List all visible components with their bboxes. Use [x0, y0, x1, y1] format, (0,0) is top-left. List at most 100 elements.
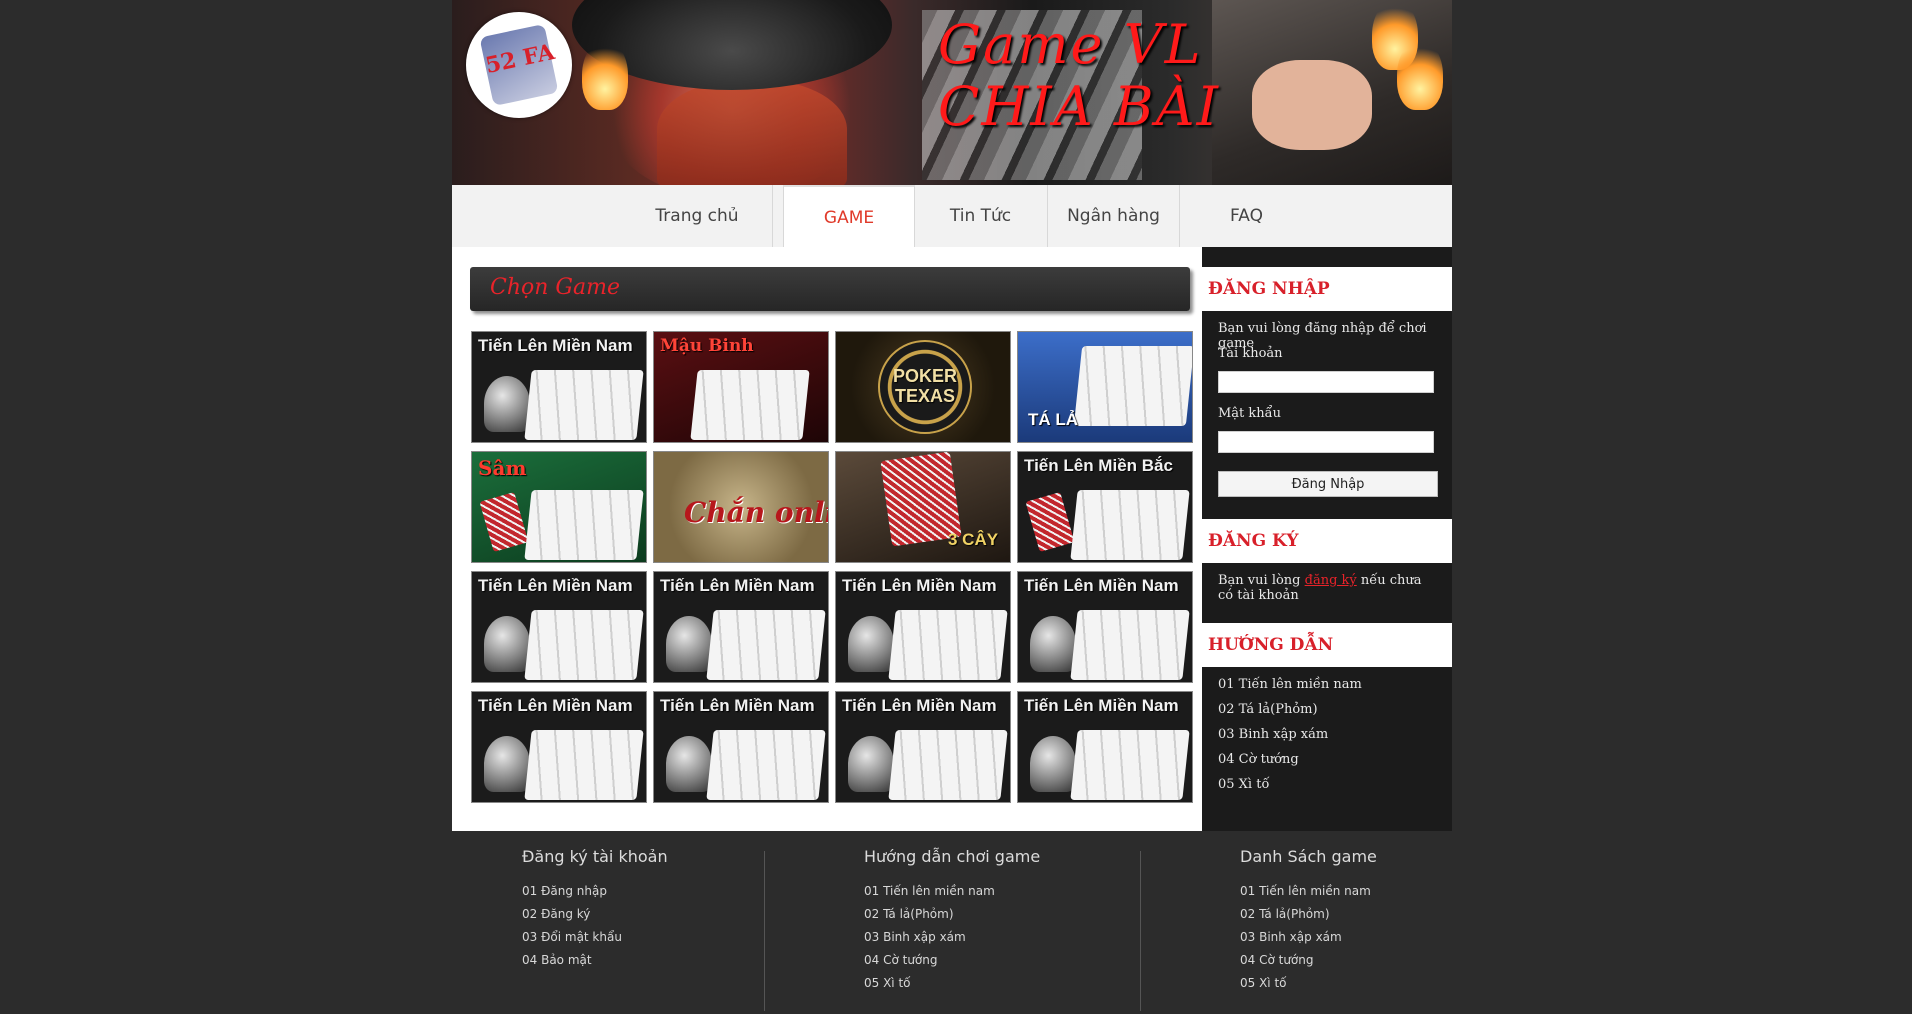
game-tile-tien-len-mien-nam[interactable]: Tiến Lên Miền Nam: [1017, 571, 1193, 683]
footer-link[interactable]: 04 Cờ tướng: [1240, 949, 1377, 972]
card-icon: [1025, 492, 1075, 552]
game-tile-label: TÁ LẢ: [1028, 410, 1079, 429]
game-tile-label: POKER TEXAS: [892, 366, 957, 406]
footer-link[interactable]: 01 Tiến lên miền nam: [1240, 880, 1377, 903]
game-tile-label: Tiến Lên Miền Bắc: [1024, 456, 1173, 475]
game-tile-chan-online[interactable]: Chắn online: [653, 451, 829, 563]
footer-heading: Hướng dẫn chơi game: [864, 847, 1041, 866]
game-tile-tien-len-mien-nam[interactable]: Tiến Lên Miền Nam: [1017, 691, 1193, 803]
guide-item[interactable]: 02 Tá lả(Phỏm): [1218, 702, 1318, 717]
game-tile-label: Tiến Lên Miền Nam: [842, 576, 997, 595]
banner-title-line2: CHIA BÀI: [938, 75, 1220, 138]
game-tile-label: Tiến Lên Miền Nam: [1024, 576, 1179, 595]
section-title: Chọn Game: [490, 275, 620, 300]
cards-icon: [524, 490, 644, 560]
footer-link[interactable]: 05 Xì tố: [864, 972, 1040, 995]
banner-hair: [657, 80, 847, 185]
cards-icon: [706, 730, 826, 800]
club-icon: [848, 616, 894, 672]
game-tile-tien-len-mien-nam[interactable]: Tiến Lên Miền Nam: [471, 691, 647, 803]
footer-col-guide: Hướng dẫn chơi game 01 Tiến lên miền nam…: [864, 847, 1040, 995]
banner-title-line1: Game VL: [938, 13, 1203, 76]
footer-link[interactable]: 05 Xì tố: [1240, 972, 1377, 995]
game-tile-label: Chắn online: [684, 496, 828, 529]
cards-icon: [524, 370, 644, 440]
club-icon: [848, 736, 894, 792]
game-tile-label: Mậu Binh: [660, 336, 754, 356]
footer-link[interactable]: 01 Tiến lên miền nam: [864, 880, 1040, 903]
nav-item-faq[interactable]: FAQ: [1180, 185, 1313, 247]
footer-link[interactable]: 02 Tá lả(Phỏm): [1240, 903, 1377, 926]
game-tile-label: Sâm: [478, 456, 527, 480]
username-input[interactable]: [1218, 371, 1434, 393]
register-heading: ĐĂNG KÝ: [1208, 531, 1299, 551]
game-tile-label: Tiến Lên Miền Nam: [660, 576, 815, 595]
cards-icon: [888, 730, 1008, 800]
section-title-bar: Chọn Game: [470, 267, 1190, 311]
login-button[interactable]: Đăng Nhập: [1218, 471, 1438, 497]
footer: Đăng ký tài khoản 01 Đăng nhập 02 Đăng k…: [452, 831, 1452, 1014]
password-input[interactable]: [1218, 431, 1434, 453]
banner-title: Game VL CHIA BÀI: [938, 14, 1220, 138]
game-tile-mau-binh[interactable]: Mậu Binh: [653, 331, 829, 443]
nav-item-bank[interactable]: Ngân hàng: [1048, 185, 1180, 247]
club-icon: [666, 736, 712, 792]
cards-icon: [888, 610, 1008, 680]
username-label: Tài khoản: [1218, 346, 1283, 361]
game-tile-label: Tiến Lên Miền Nam: [478, 336, 633, 355]
card-back-icon: [479, 492, 529, 552]
footer-link[interactable]: 02 Tá lả(Phỏm): [864, 903, 1040, 926]
site-logo[interactable]: 52 FA: [466, 12, 572, 118]
game-tile-label: Tiến Lên Miền Nam: [1024, 696, 1179, 715]
club-icon: [666, 616, 712, 672]
guide-item[interactable]: 03 Binh xập xám: [1218, 727, 1328, 742]
game-tile-label: Tiến Lên Miền Nam: [478, 576, 633, 595]
cards-icon: [1070, 730, 1190, 800]
nav-item-home[interactable]: Trang chủ: [622, 185, 773, 247]
cards-icon: [690, 370, 810, 440]
game-tile-tien-len-mien-nam[interactable]: Tiến Lên Miền Nam: [471, 331, 647, 443]
footer-link[interactable]: 04 Cờ tướng: [864, 949, 1040, 972]
footer-link[interactable]: 03 Binh xập xám: [1240, 926, 1377, 949]
game-tile-sam[interactable]: Sâm: [471, 451, 647, 563]
password-label: Mật khẩu: [1218, 406, 1282, 421]
game-tile-label: Tiến Lên Miền Nam: [660, 696, 815, 715]
guide-item[interactable]: 04 Cờ tướng: [1218, 752, 1299, 767]
game-tile-ta-la[interactable]: TÁ LẢ: [1017, 331, 1193, 443]
cards-icon: [1070, 490, 1190, 560]
guide-heading: HƯỚNG DẪN: [1208, 635, 1334, 655]
nav-item-game[interactable]: GAME: [783, 185, 915, 249]
game-tile-tien-len-mien-nam[interactable]: Tiến Lên Miền Nam: [835, 691, 1011, 803]
footer-link[interactable]: 04 Bảo mật: [522, 949, 668, 972]
game-tile-3-cay[interactable]: 3 CÂY: [835, 451, 1011, 563]
main-nav: Trang chủ GAME Tin Tức Ngân hàng FAQ: [452, 185, 1452, 249]
footer-link[interactable]: 02 Đăng ký: [522, 903, 668, 926]
footer-link[interactable]: 03 Binh xập xám: [864, 926, 1040, 949]
flame-icon: [582, 40, 628, 110]
club-icon: [484, 376, 530, 432]
nav-item-news[interactable]: Tin Tức: [914, 185, 1048, 247]
game-tile-tien-len-mien-bac[interactable]: Tiến Lên Miền Bắc: [1017, 451, 1193, 563]
footer-link[interactable]: 03 Đổi mật khẩu: [522, 926, 668, 949]
footer-link[interactable]: 01 Đăng nhập: [522, 880, 668, 903]
club-icon: [484, 616, 530, 672]
guide-item[interactable]: 05 Xì tố: [1218, 777, 1269, 792]
cards-icon: [1070, 610, 1190, 680]
sidebar: ĐĂNG NHẬP Bạn vui lòng đăng nhập để chơi…: [1202, 247, 1452, 831]
club-icon: [1030, 616, 1076, 672]
flame-icon: [1397, 40, 1443, 110]
register-link[interactable]: đăng ký: [1305, 573, 1357, 588]
guide-item[interactable]: 01 Tiến lên miền nam: [1218, 677, 1362, 692]
footer-divider: [1140, 851, 1141, 1011]
game-tile-tien-len-mien-nam[interactable]: Tiến Lên Miền Nam: [471, 571, 647, 683]
footer-col-games: Danh Sách game 01 Tiến lên miền nam 02 T…: [1240, 847, 1377, 995]
game-tile-label: Tiến Lên Miền Nam: [842, 696, 997, 715]
club-icon: [484, 736, 530, 792]
game-tile-tien-len-mien-nam[interactable]: Tiến Lên Miền Nam: [835, 571, 1011, 683]
game-tile-poker-texas[interactable]: POKER TEXAS: [835, 331, 1011, 443]
game-tile-label: Tiến Lên Miền Nam: [478, 696, 633, 715]
game-tile-tien-len-mien-nam[interactable]: Tiến Lên Miền Nam: [653, 691, 829, 803]
game-tile-tien-len-mien-nam[interactable]: Tiến Lên Miền Nam: [653, 571, 829, 683]
cards-icon: [706, 610, 826, 680]
main-content: Chọn Game Tiến Lên Miền Nam Mậu Binh POK…: [452, 247, 1202, 831]
